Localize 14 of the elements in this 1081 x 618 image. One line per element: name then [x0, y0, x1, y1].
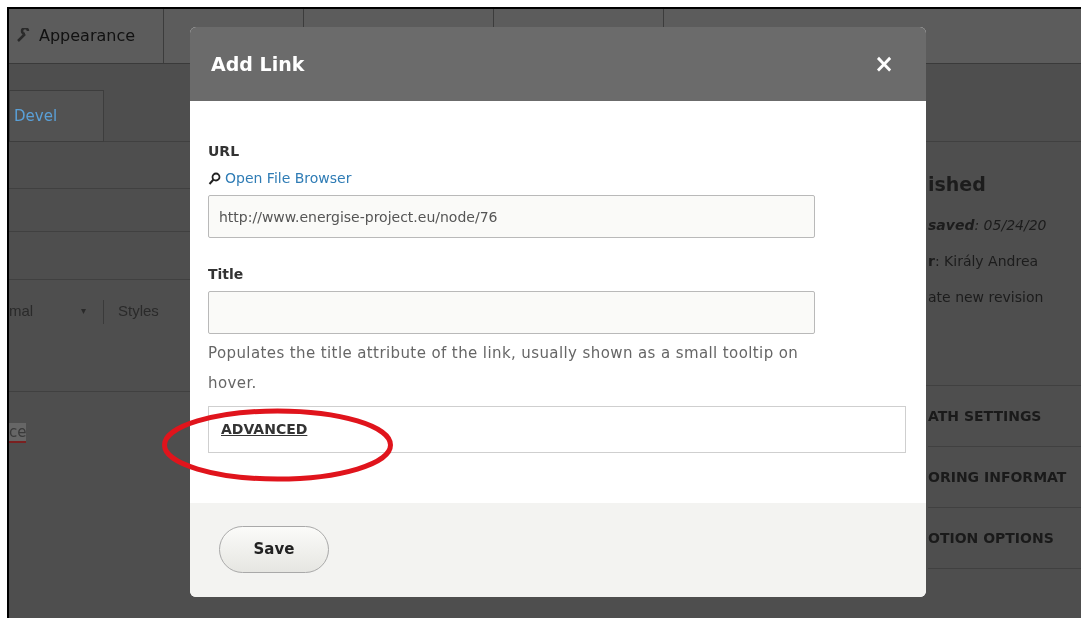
- text-field[interactable]: http://www.energise-project.eu/node/76: [208, 195, 815, 238]
- devel-tab[interactable]: Devel: [9, 90, 104, 142]
- save-button[interactable]: Save: [219, 525, 329, 573]
- field-description: Populates the title attribute of the link, usually shown as a small tooltip on hover.: [208, 343, 800, 394]
- dialog-title: Add Link: [211, 51, 305, 77]
- toolbar-item[interactable]: Appearance: [9, 9, 165, 63]
- field-label: URL: [208, 142, 241, 161]
- file-browser-link[interactable]: Open File Browser: [225, 168, 352, 189]
- field-label: Title: [208, 265, 245, 284]
- caret-icon: ▾: [81, 300, 103, 318]
- search-icon: [208, 171, 222, 186]
- close-button[interactable]: ×: [873, 52, 894, 76]
- advanced-link[interactable]: ADVANCED: [221, 419, 308, 440]
- text-field[interactable]: [208, 291, 815, 334]
